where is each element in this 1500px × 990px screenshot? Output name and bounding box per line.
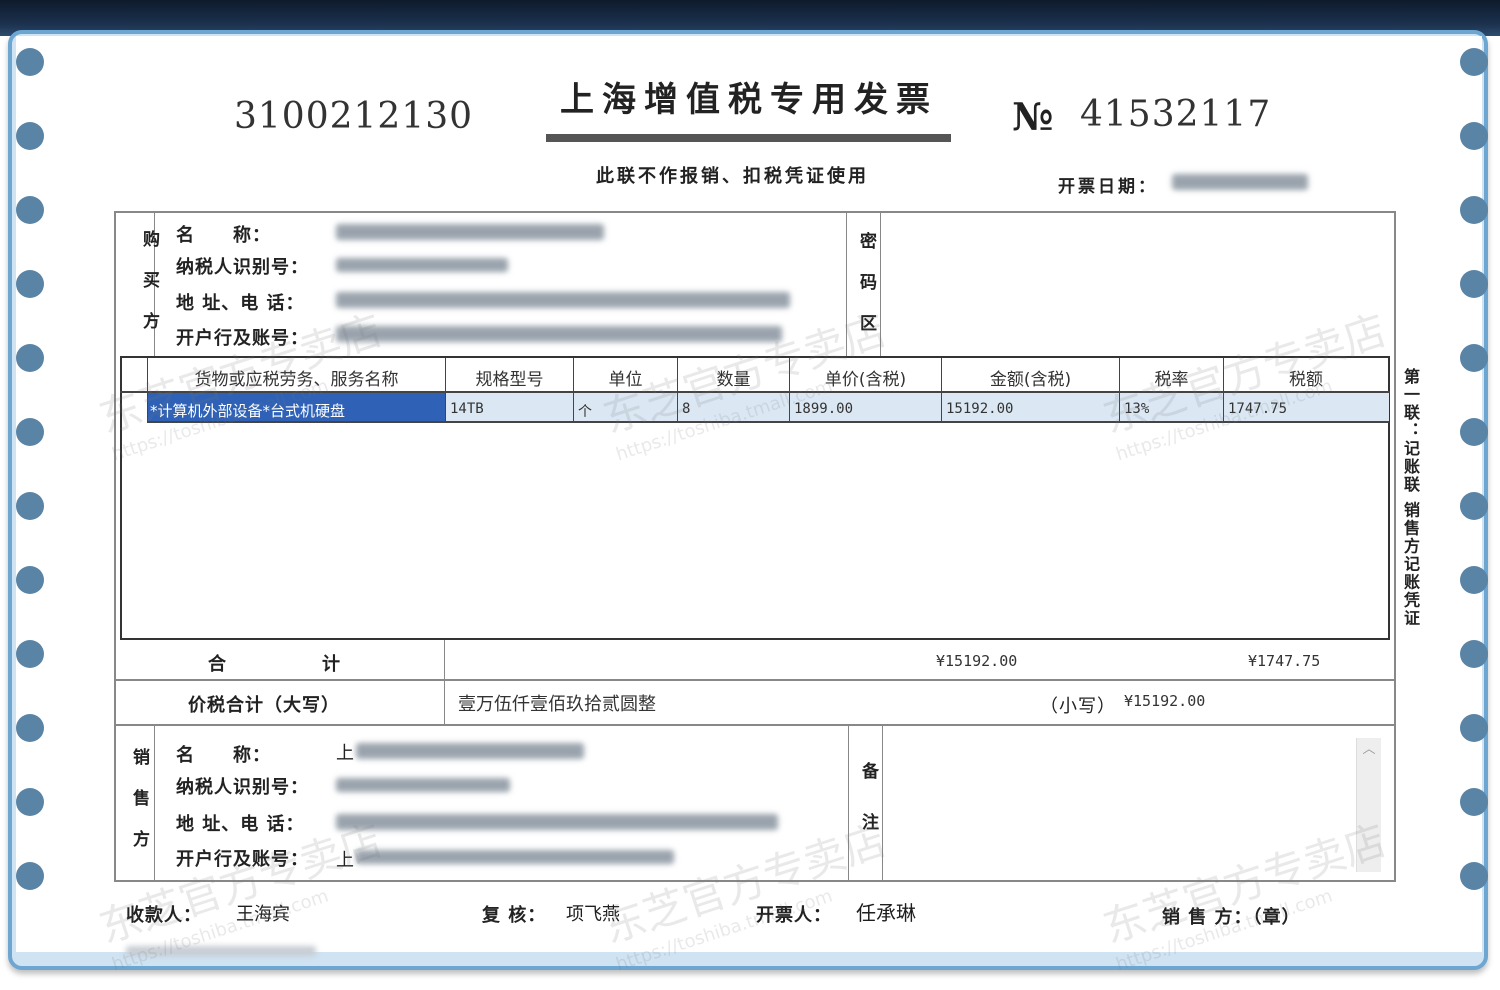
scroll-up-icon[interactable]: ︿ <box>1357 738 1381 757</box>
perforation-hole <box>16 640 44 668</box>
perforation-hole <box>16 492 44 520</box>
invoice-number: 41532117 <box>1080 94 1272 135</box>
seller-name-label: 名 称： <box>176 745 271 766</box>
seller-divider <box>154 725 155 881</box>
seller-name-prefix: 上 <box>336 743 355 764</box>
buyer-taxid-redacted <box>336 258 508 272</box>
invoice-code: 3100212130 <box>234 96 474 137</box>
perforation-hole <box>1460 196 1488 224</box>
perforation-hole <box>16 48 44 76</box>
perforation-hole <box>16 122 44 150</box>
grand-total-words: 壹万伍仟壹佰玖拾贰圆整 <box>458 694 656 715</box>
buyer-name-redacted <box>336 224 604 240</box>
copy-note: 第一联：记账联 销售方记账凭证 <box>1401 368 1420 628</box>
totals-divider <box>114 679 1396 681</box>
invoice-subtitle: 此联不作报销、扣税凭证使用 <box>596 166 869 187</box>
perforation-hole <box>1460 48 1488 76</box>
totals-tax: ¥1747.75 <box>1248 652 1321 670</box>
invoice-title: 上海增值税专用发票 <box>560 80 938 120</box>
table-border-right <box>1394 211 1396 881</box>
perforation-hole <box>16 270 44 298</box>
perforation-hole <box>16 196 44 224</box>
perforation-hole <box>1460 714 1488 742</box>
perforation-hole <box>1460 566 1488 594</box>
perforation-hole <box>16 714 44 742</box>
col-header-amount: 金额(含税) <box>989 370 1072 390</box>
reviewer-label: 复 核： <box>482 905 547 926</box>
perforation-hole <box>1460 418 1488 446</box>
item-spec[interactable]: 14TB <box>450 401 484 417</box>
table-border-top <box>114 211 1396 213</box>
buyer-bank-redacted <box>336 326 782 342</box>
seller-side-label: 销售方 <box>129 748 149 871</box>
issuer-name: 任承琳 <box>856 901 916 925</box>
buyer-name-label: 名 称： <box>176 225 271 246</box>
perforation-hole <box>1460 344 1488 372</box>
seller-address-redacted <box>336 814 778 830</box>
perforation-hole <box>16 566 44 594</box>
perforation-hole <box>1460 862 1488 890</box>
seller-name-redacted <box>356 743 584 759</box>
perforation-hole <box>1460 122 1488 150</box>
perforation-hole <box>1460 640 1488 668</box>
item-amount[interactable]: 15192.00 <box>946 401 1013 417</box>
perforation-hole <box>16 788 44 816</box>
perforation-hole <box>16 344 44 372</box>
buyer-taxid-label: 纳税人识别号： <box>176 257 309 278</box>
seller-taxid-label: 纳税人识别号： <box>176 777 309 798</box>
perforation-hole <box>16 862 44 890</box>
buyer-address-label: 地 址、电 话： <box>176 293 305 314</box>
perforation-hole <box>1460 270 1488 298</box>
totals-amount: ¥15192.00 <box>936 652 1018 670</box>
buyer-address-redacted <box>336 292 790 308</box>
grand-small-label: （小写） <box>1040 696 1116 717</box>
col-header-spec: 规格型号 <box>475 370 544 390</box>
title-underline <box>546 134 951 142</box>
number-mark: № <box>1012 94 1054 139</box>
item-unit[interactable]: 个 <box>578 401 592 421</box>
seller-address-label: 地 址、电 话： <box>176 814 305 835</box>
table-border-left <box>114 211 116 881</box>
grand-total-label: 价税合计（大写） <box>188 695 340 716</box>
grand-small-amount: ¥15192.00 <box>1124 692 1206 710</box>
date-label: 开票日期： <box>1058 177 1158 197</box>
perforation-hole <box>1460 492 1488 520</box>
totals-col-line <box>444 640 445 725</box>
buyer-side-label: 购买方 <box>139 230 159 353</box>
seller-bank-redacted <box>356 850 674 864</box>
perforation-hole <box>1460 788 1488 816</box>
grand-total-divider <box>114 724 1396 726</box>
perforation-hole <box>16 418 44 446</box>
seller-taxid-redacted <box>336 778 510 792</box>
totals-label: 合 计 <box>208 654 341 675</box>
date-value-redacted <box>1172 174 1308 190</box>
